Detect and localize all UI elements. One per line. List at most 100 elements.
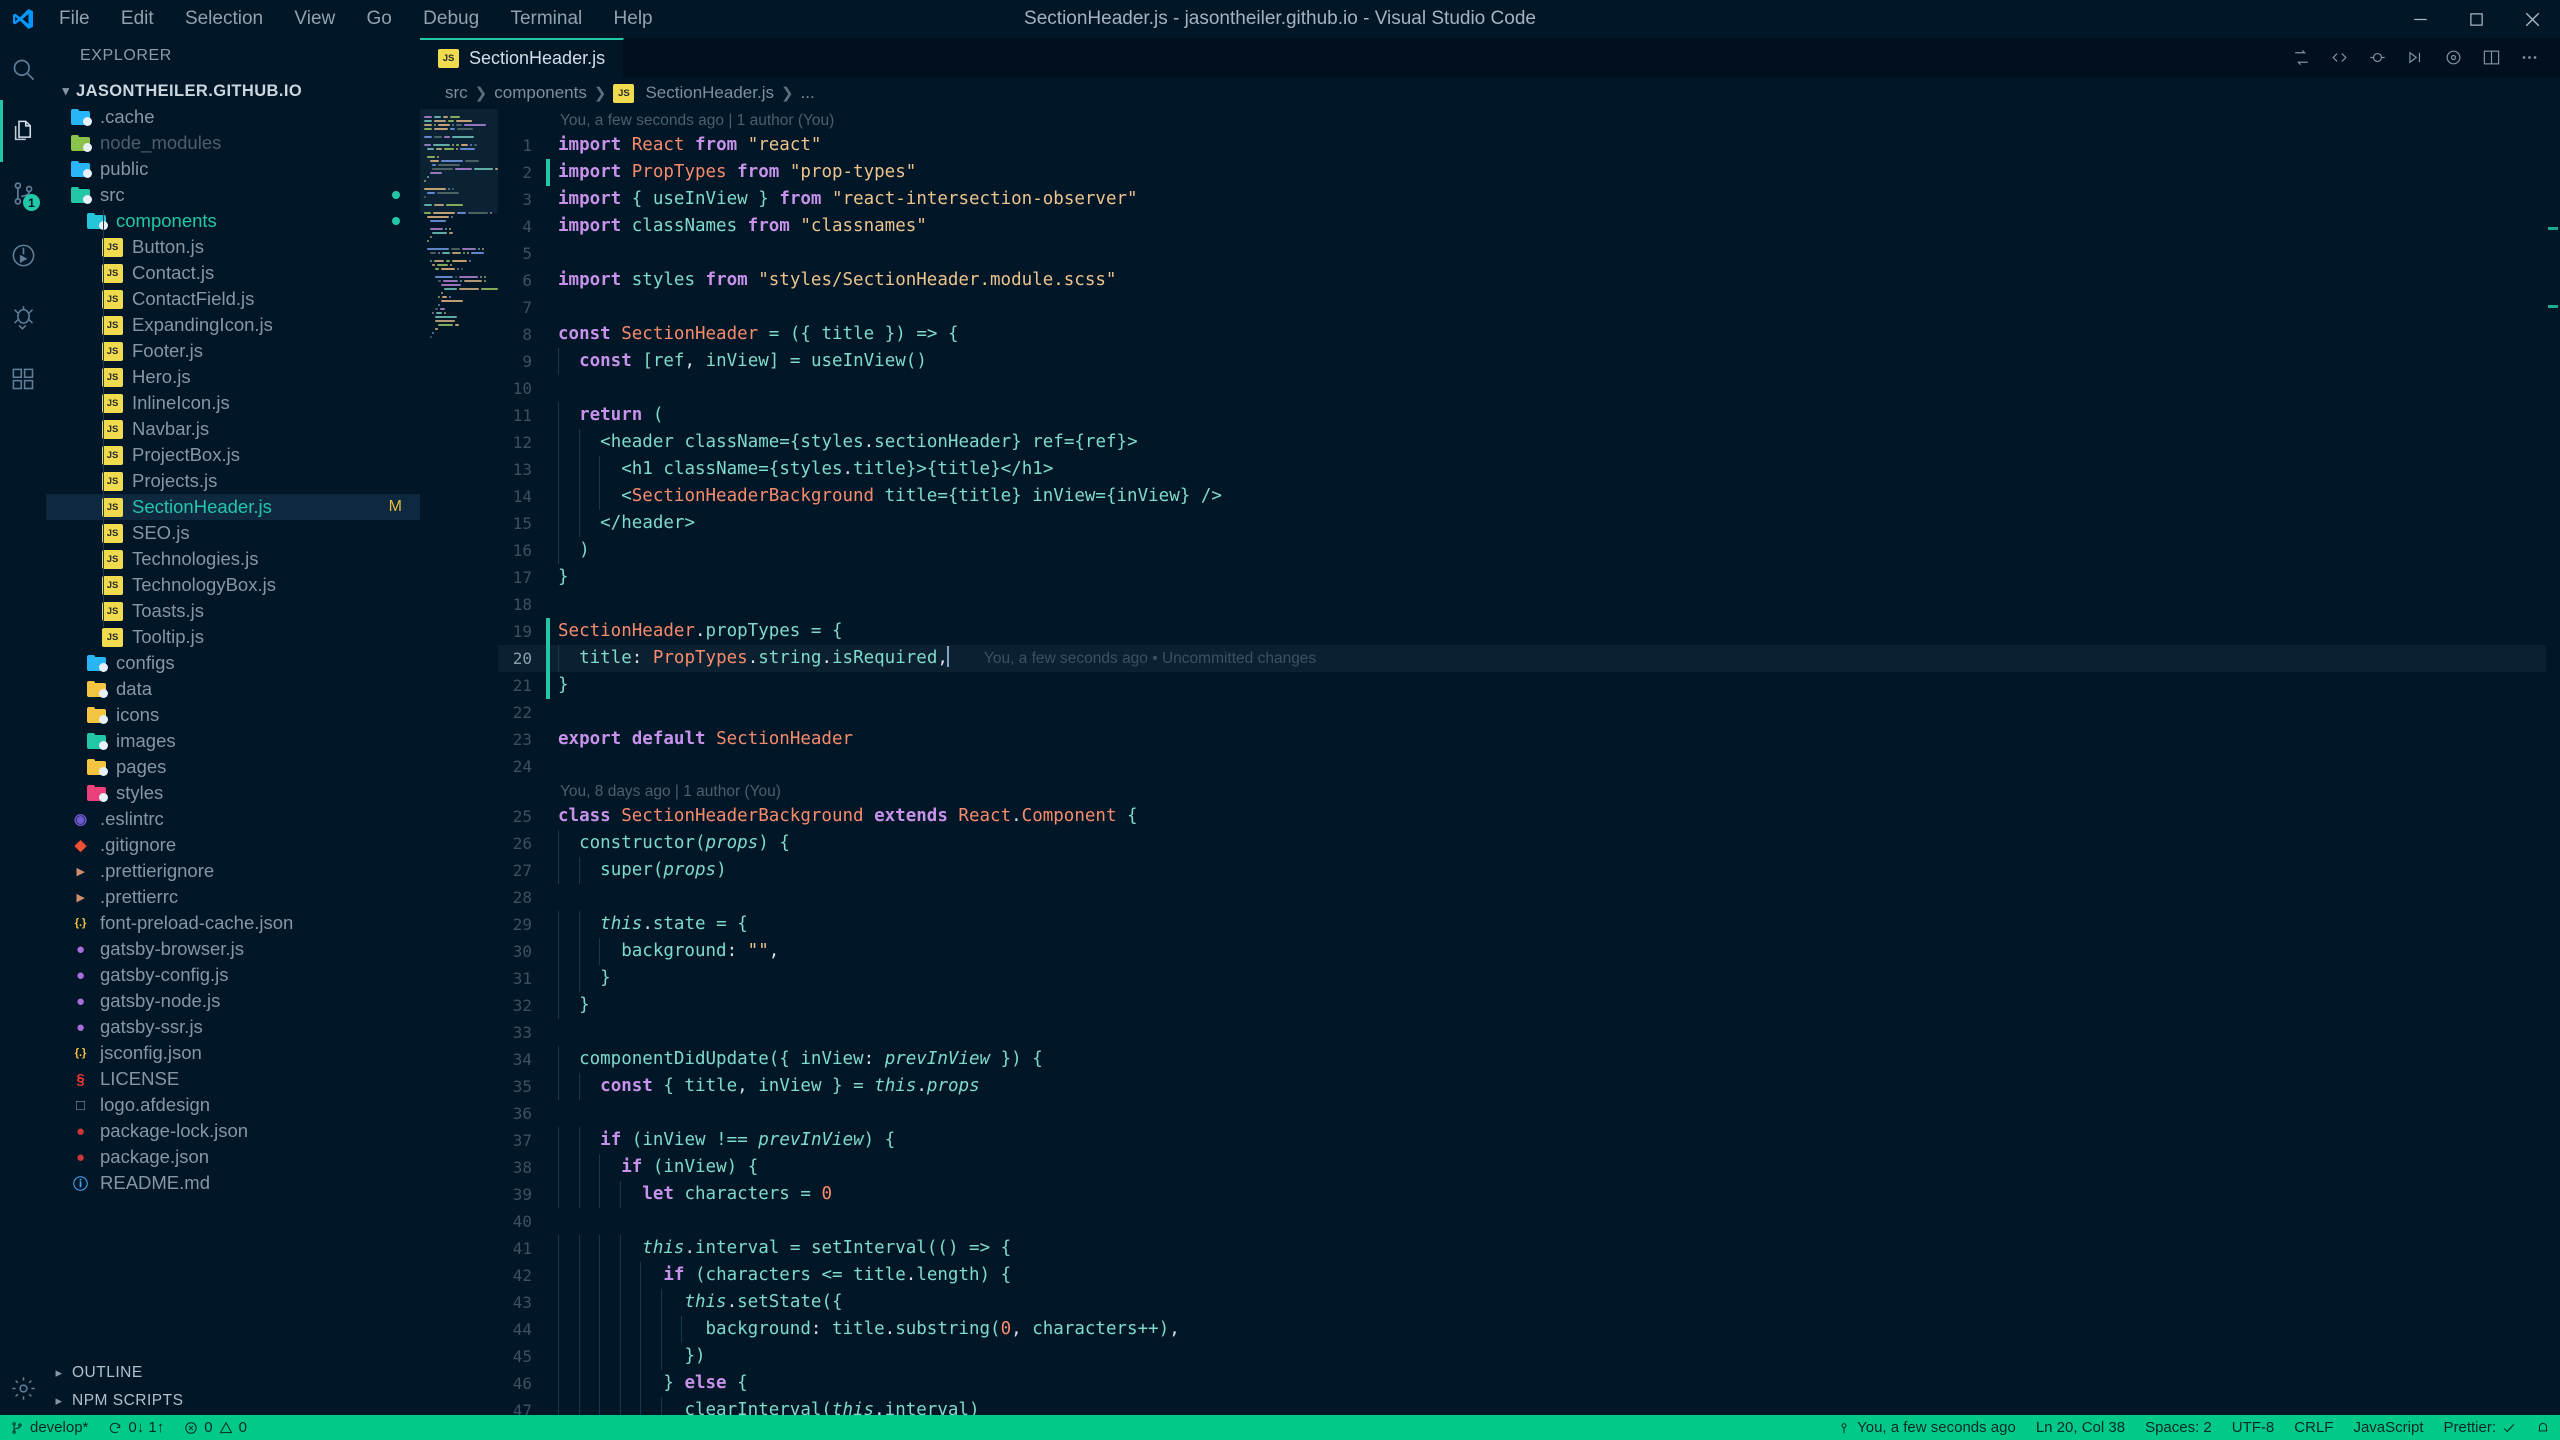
code-line[interactable]: 33 xyxy=(498,1019,2546,1046)
tree-item-gatsby-ssr-js[interactable]: ● gatsby-ssr.js xyxy=(46,1014,420,1040)
code-line[interactable]: 3 import { useInView } from "react-inters… xyxy=(498,186,2546,213)
live-share-icon[interactable] xyxy=(2320,38,2358,77)
sync-icon[interactable] xyxy=(2282,38,2320,77)
status-problems[interactable]: 0 0 xyxy=(174,1415,257,1440)
code-line[interactable]: 43 this.setState({ xyxy=(498,1289,2546,1316)
tree-item-pages[interactable]: pages xyxy=(46,754,420,780)
breadcrumb-file[interactable]: SectionHeader.js xyxy=(645,83,774,103)
tree-item-node-modules[interactable]: node_modules xyxy=(46,130,420,156)
tree-root-jasontheiler-github-io[interactable]: ▾ JASONTHEILER.GITHUB.IO xyxy=(46,78,420,104)
debug-console-icon[interactable] xyxy=(0,286,46,348)
code-line[interactable]: 35 const { title, inView } = this.props xyxy=(498,1073,2546,1100)
code-line[interactable]: 16 ) xyxy=(498,537,2546,564)
status-notifications[interactable] xyxy=(2526,1415,2560,1440)
code-line[interactable]: 29 this.state = { xyxy=(498,911,2546,938)
more-actions-icon[interactable] xyxy=(2510,38,2548,77)
code-line[interactable]: 23 export default SectionHeader xyxy=(498,726,2546,753)
split-editor-icon[interactable] xyxy=(2472,38,2510,77)
file-tree[interactable]: ▾ JASONTHEILER.GITHUB.IO .cache node_module… xyxy=(46,74,420,1196)
menu-terminal[interactable]: Terminal xyxy=(497,8,595,29)
code-line[interactable]: 39 let characters = 0 xyxy=(498,1181,2546,1208)
settings-sync-icon[interactable] xyxy=(2434,38,2472,77)
status-indentation[interactable]: Spaces: 2 xyxy=(2135,1415,2222,1440)
code-line[interactable]: 10 xyxy=(498,375,2546,402)
code-line[interactable]: 38 if (inView) { xyxy=(498,1154,2546,1181)
code-line[interactable]: 20 title: PropTypes.string.isRequired, Yo… xyxy=(498,645,2546,672)
code-line[interactable]: 19 SectionHeader.propTypes = { xyxy=(498,618,2546,645)
tree-item-gatsby-browser-js[interactable]: ● gatsby-browser.js xyxy=(46,936,420,962)
code-line[interactable]: 18 xyxy=(498,591,2546,618)
tree-item-gitignore[interactable]: ◆ .gitignore xyxy=(46,832,420,858)
status-cursor-position[interactable]: Ln 20, Col 38 xyxy=(2026,1415,2135,1440)
tree-item-package-lock-json[interactable]: ● package-lock.json xyxy=(46,1118,420,1144)
npm-scripts-panel-header[interactable]: ▸ NPM SCRIPTS xyxy=(46,1387,420,1415)
tree-item-configs[interactable]: configs xyxy=(46,650,420,676)
tree-item-gatsby-node-js[interactable]: ● gatsby-node.js xyxy=(46,988,420,1014)
code-line[interactable]: 7 xyxy=(498,294,2546,321)
menu-edit[interactable]: Edit xyxy=(108,8,167,29)
menu-help[interactable]: Help xyxy=(601,8,666,29)
code-line[interactable]: 2 import PropTypes from "prop-types" xyxy=(498,159,2546,186)
code-line[interactable]: 25 class SectionHeaderBackground extends … xyxy=(498,803,2546,830)
status-branch[interactable]: develop* xyxy=(0,1415,98,1440)
code-line[interactable]: 26 constructor(props) { xyxy=(498,830,2546,857)
status-language-mode[interactable]: JavaScript xyxy=(2343,1415,2433,1440)
tree-item-public[interactable]: public xyxy=(46,156,420,182)
tree-item-tooltip-js[interactable]: JS Tooltip.js xyxy=(46,624,420,650)
status-prettier[interactable]: Prettier: xyxy=(2433,1415,2526,1440)
code-line[interactable]: 17} xyxy=(498,564,2546,591)
tree-item-icons[interactable]: icons xyxy=(46,702,420,728)
code-line[interactable]: 15 </header> xyxy=(498,510,2546,537)
code-line[interactable]: 4 import classNames from "classnames" xyxy=(498,213,2546,240)
code-line[interactable]: 42 if (characters <= title.length) { xyxy=(498,1262,2546,1289)
status-eol[interactable]: CRLF xyxy=(2284,1415,2343,1440)
menu-selection[interactable]: Selection xyxy=(172,8,276,29)
tree-item-images[interactable]: images xyxy=(46,728,420,754)
settings-gear-icon[interactable] xyxy=(0,1361,46,1415)
code-line[interactable]: 13 <h1 className={styles.title}>{title}<… xyxy=(498,456,2546,483)
menu-debug[interactable]: Debug xyxy=(410,8,492,29)
breadcrumb-symbol[interactable]: ... xyxy=(801,83,815,103)
code-line[interactable]: 46 } else { xyxy=(498,1370,2546,1397)
code-line[interactable]: 31 } xyxy=(498,965,2546,992)
debug-step-back-icon[interactable] xyxy=(2358,38,2396,77)
close-icon[interactable] xyxy=(2504,0,2560,38)
breadcrumb-components[interactable]: components xyxy=(494,83,587,103)
status-sync[interactable]: 0↓ 1↑ xyxy=(98,1415,174,1440)
code-line[interactable]: 41 this.interval = setInterval(() => { xyxy=(498,1235,2546,1262)
tree-item-prettierignore[interactable]: ▸ .prettierignore xyxy=(46,858,420,884)
code-line[interactable]: 11 return ( xyxy=(498,402,2546,429)
source-control-icon[interactable]: 1 xyxy=(0,162,46,224)
tree-item-font-preload-cache-json[interactable]: {.} font-preload-cache.json xyxy=(46,910,420,936)
tree-item-gatsby-config-js[interactable]: ● gatsby-config.js xyxy=(46,962,420,988)
code-line[interactable]: 12 <header className={styles.sectionHead… xyxy=(498,429,2546,456)
code-line[interactable]: 44 background: title.substring(0, charac… xyxy=(498,1316,2546,1343)
extensions-icon[interactable] xyxy=(0,348,46,410)
code-line[interactable]: 9 const [ref, inView] = useInView() xyxy=(498,348,2546,375)
tree-item-prettierrc[interactable]: ▸ .prettierrc xyxy=(46,884,420,910)
menu-view[interactable]: View xyxy=(281,8,348,29)
code-line[interactable]: 37 if (inView !== prevInView) { xyxy=(498,1127,2546,1154)
menu-file[interactable]: File xyxy=(46,8,103,29)
code-line[interactable]: 34 componentDidUpdate({ inView: prevInVi… xyxy=(498,1046,2546,1073)
tree-item-package-json[interactable]: ● package.json xyxy=(46,1144,420,1170)
code-editor[interactable]: You, a few seconds ago | 1 author (You) 1… xyxy=(498,109,2546,1415)
code-line[interactable]: 32 } xyxy=(498,992,2546,1019)
tab-sectionheader-js[interactable]: JS SectionHeader.js xyxy=(420,38,625,77)
code-line[interactable]: 22 xyxy=(498,699,2546,726)
search-icon[interactable] xyxy=(0,38,46,100)
tree-item-logo-afdesign[interactable]: □ logo.afdesign xyxy=(46,1092,420,1118)
run-debug-icon[interactable] xyxy=(0,224,46,286)
minimap[interactable] xyxy=(420,109,498,1415)
status-encoding[interactable]: UTF-8 xyxy=(2222,1415,2285,1440)
code-line[interactable]: 27 super(props) xyxy=(498,857,2546,884)
code-line[interactable]: 1 import React from "react" xyxy=(498,132,2546,159)
outline-panel-header[interactable]: ▸ OUTLINE xyxy=(46,1359,420,1387)
debug-step-forward-icon[interactable] xyxy=(2396,38,2434,77)
code-line[interactable]: 47 clearInterval(this.interval) xyxy=(498,1397,2546,1415)
breadcrumb-src[interactable]: src xyxy=(445,83,468,103)
menu-go[interactable]: Go xyxy=(354,8,405,29)
tree-item-styles[interactable]: styles xyxy=(46,780,420,806)
editor-scrollbar[interactable] xyxy=(2546,109,2560,1415)
code-line[interactable]: 8 const SectionHeader = ({ title }) => { xyxy=(498,321,2546,348)
